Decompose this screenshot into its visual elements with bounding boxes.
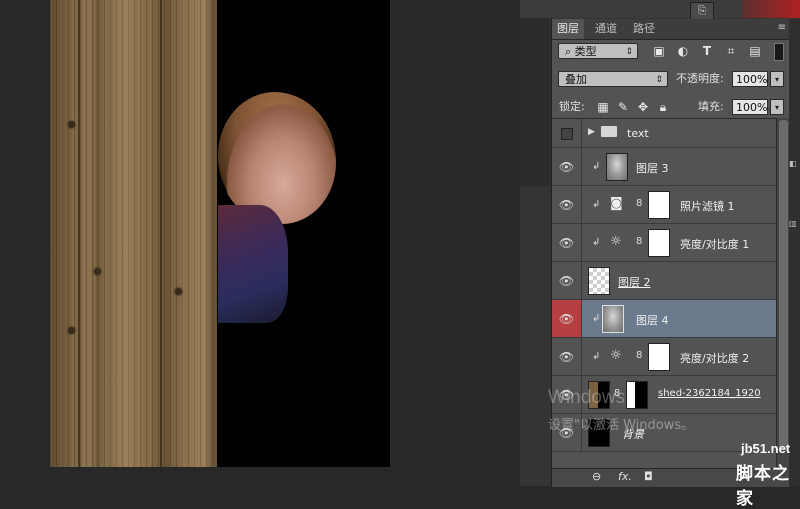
layer-name: 图层 3 [636,162,669,175]
link-icon[interactable]: 8 [636,236,642,247]
layer-row[interactable]: 👁︎ ↲ 图层 3 [552,148,776,186]
clip-arrow-icon: ↲ [592,199,601,210]
plank-seam [160,0,162,467]
image-filter-icon[interactable]: ▣ [652,44,666,58]
opacity-label: 不透明度: [676,72,724,85]
filter-kind-label: 类型 [574,45,597,58]
lock-transparent-icon[interactable]: ▦ [596,100,610,114]
layer-row-selected[interactable]: 👁︎ ↲ 图层 4 [552,300,776,338]
expand-arrow-icon[interactable]: ▶ [588,127,595,137]
filter-kind-select[interactable]: ⌕ 类型 ⇕ [558,43,638,59]
arrange-icon[interactable]: ⎘ [690,2,714,20]
lock-all-icon[interactable]: 🔒︎ [656,100,670,114]
layer-mask-thumbnail [648,229,670,257]
fill-dropdown-button[interactable]: ▾ [770,99,784,115]
eye-icon[interactable]: 👁︎ [552,262,582,299]
folder-icon [601,126,617,137]
windows-activation-hint: 设置"以激活 Windows。 [548,418,695,433]
side-dock [520,18,550,186]
link-icon[interactable]: 8 [636,350,642,361]
layer-thumbnail [602,305,624,333]
chevron-down-icon: ⇕ [625,47,633,57]
visibility-toggle[interactable] [552,119,582,147]
link-layers-icon[interactable]: ⊖ [592,470,601,483]
layer-row-group[interactable]: ▶ text [552,119,776,148]
layer-mask-thumbnail [626,381,648,409]
nail [94,268,101,275]
site-url-watermark: jb51.net [741,441,791,456]
blend-mode-label: 叠加 [565,73,587,86]
nail [68,327,75,334]
clip-arrow-icon: ↲ [592,351,601,362]
tab-layers[interactable]: 图层 [552,19,584,39]
nail [68,121,75,128]
filter-toggle[interactable] [774,43,784,61]
clip-arrow-icon: ↲ [592,161,601,172]
lock-label: 锁定: [559,100,585,113]
brightness-icon: ☼ [610,234,622,249]
layer-row[interactable]: 👁︎ 图层 2 [552,262,776,300]
fill-label: 填充: [698,100,724,113]
opacity-input[interactable]: 100% [732,71,768,87]
layer-name: 图层 2 [618,276,651,289]
fx-icon[interactable]: fx. [618,470,632,483]
dock-icon[interactable]: ◧ [789,159,797,168]
canvas-area[interactable] [0,0,520,486]
dock-icon[interactable]: ▥ [789,219,797,228]
tab-channels[interactable]: 通道 [590,19,622,39]
wood-plank-image [50,0,217,467]
site-name-watermark: 脚本之家 [736,464,790,509]
color-swatch-corner [742,0,800,18]
panel-tabs: 图层 通道 路径 ≡ [552,19,790,40]
layer-name: 亮度/对比度 1 [680,238,750,251]
lock-brush-icon[interactable]: ✎ [616,100,630,114]
blend-mode-select[interactable]: 叠加 ⇕ [558,71,668,87]
empty-visibility-box [560,128,573,140]
lock-position-icon[interactable]: ✥ [636,100,650,114]
boy-shirt-image [218,205,288,323]
windows-activation-watermark: Windows [548,387,626,408]
layer-mask-thumbnail [648,343,670,371]
document-image[interactable] [50,0,390,467]
photo-filter-icon: ◙ [610,196,623,211]
plank-seam [78,0,80,467]
add-mask-icon[interactable]: ◘ [644,470,653,483]
layer-thumbnail [588,267,610,295]
layer-name: 照片滤镜 1 [680,200,735,213]
panel-menu-icon[interactable]: ≡ [778,22,786,33]
eye-icon[interactable]: 👁︎ [552,300,582,337]
shape-filter-icon[interactable]: ⌗ [724,44,738,58]
layer-mask-thumbnail [648,191,670,219]
fill-input[interactable]: 100% [732,99,768,115]
layer-name: 亮度/对比度 2 [680,352,750,365]
layer-row[interactable]: 👁︎ ↲ ◙ 8 照片滤镜 1 [552,186,776,224]
nail [175,288,182,295]
tab-paths[interactable]: 路径 [628,19,660,39]
layer-row[interactable]: 👁︎ ↲ ☼ 8 亮度/对比度 2 [552,338,776,376]
brightness-icon: ☼ [610,348,622,363]
smart-object-filter-icon[interactable]: ▤ [748,44,762,58]
layer-thumbnail [606,153,628,181]
opacity-dropdown-button[interactable]: ▾ [770,71,784,87]
eye-icon[interactable]: 👁︎ [552,224,582,261]
link-icon[interactable]: 8 [636,198,642,209]
eye-icon[interactable]: 👁︎ [552,186,582,223]
layer-name: 图层 4 [636,314,669,327]
eye-icon[interactable]: 👁︎ [552,148,582,185]
adjustment-filter-icon[interactable]: ◐ [676,44,690,58]
eye-icon[interactable]: 👁︎ [552,338,582,375]
type-filter-icon[interactable]: T [700,44,714,58]
chevron-down-icon: ⇕ [655,75,663,85]
layer-row[interactable]: 👁︎ ↲ ☼ 8 亮度/对比度 1 [552,224,776,262]
clip-arrow-icon: ↲ [592,237,601,248]
search-icon: ⌕ [565,45,572,58]
clip-arrow-icon: ↲ [592,313,601,324]
right-dock-strip: ◧ ▥ [789,19,800,486]
layer-name: text [627,127,649,140]
scrollbar-thumb[interactable] [779,120,788,450]
layer-name: shed-2362184_1920 [658,388,761,399]
